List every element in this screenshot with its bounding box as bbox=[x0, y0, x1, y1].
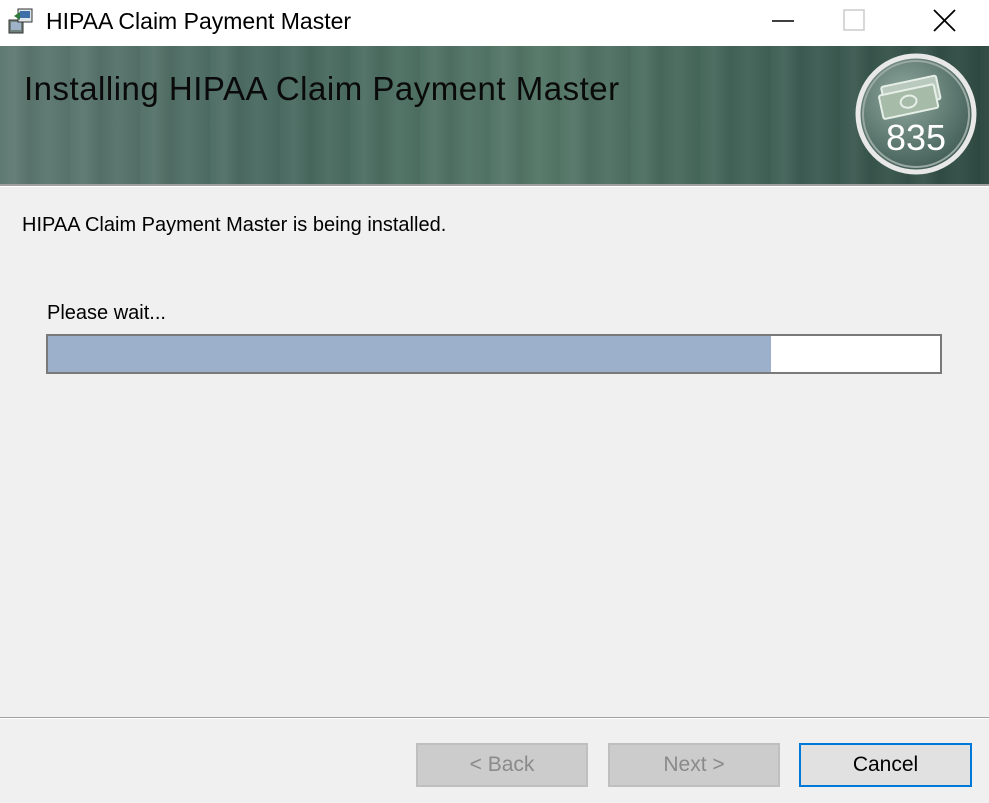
installer-window: HIPAA Claim Payment Master Installing HI… bbox=[0, 0, 989, 803]
installer-app-icon bbox=[6, 6, 36, 36]
next-button[interactable]: Next > bbox=[608, 743, 780, 787]
window-title: HIPAA Claim Payment Master bbox=[46, 8, 352, 34]
footer-divider bbox=[0, 717, 989, 719]
minimize-icon bbox=[772, 20, 794, 22]
close-button[interactable] bbox=[899, 0, 989, 42]
header-banner: Installing HIPAA Claim Payment Master 83… bbox=[0, 46, 989, 184]
close-icon bbox=[933, 9, 956, 32]
banner-divider bbox=[0, 184, 989, 187]
title-bar[interactable]: HIPAA Claim Payment Master bbox=[0, 0, 989, 46]
minimize-button[interactable] bbox=[719, 0, 811, 42]
product-logo: 835 bbox=[852, 50, 980, 178]
install-progress-bar bbox=[46, 334, 942, 374]
cancel-button[interactable]: Cancel bbox=[799, 743, 972, 787]
install-status-text: HIPAA Claim Payment Master is being inst… bbox=[22, 214, 447, 236]
please-wait-label: Please wait... bbox=[47, 302, 166, 324]
progress-bar-fill bbox=[48, 336, 771, 372]
banner-title: Installing HIPAA Claim Payment Master bbox=[24, 70, 620, 107]
back-button[interactable]: < Back bbox=[416, 743, 588, 787]
logo-number: 835 bbox=[886, 117, 946, 158]
maximize-icon bbox=[843, 9, 865, 31]
maximize-button[interactable] bbox=[811, 0, 903, 42]
